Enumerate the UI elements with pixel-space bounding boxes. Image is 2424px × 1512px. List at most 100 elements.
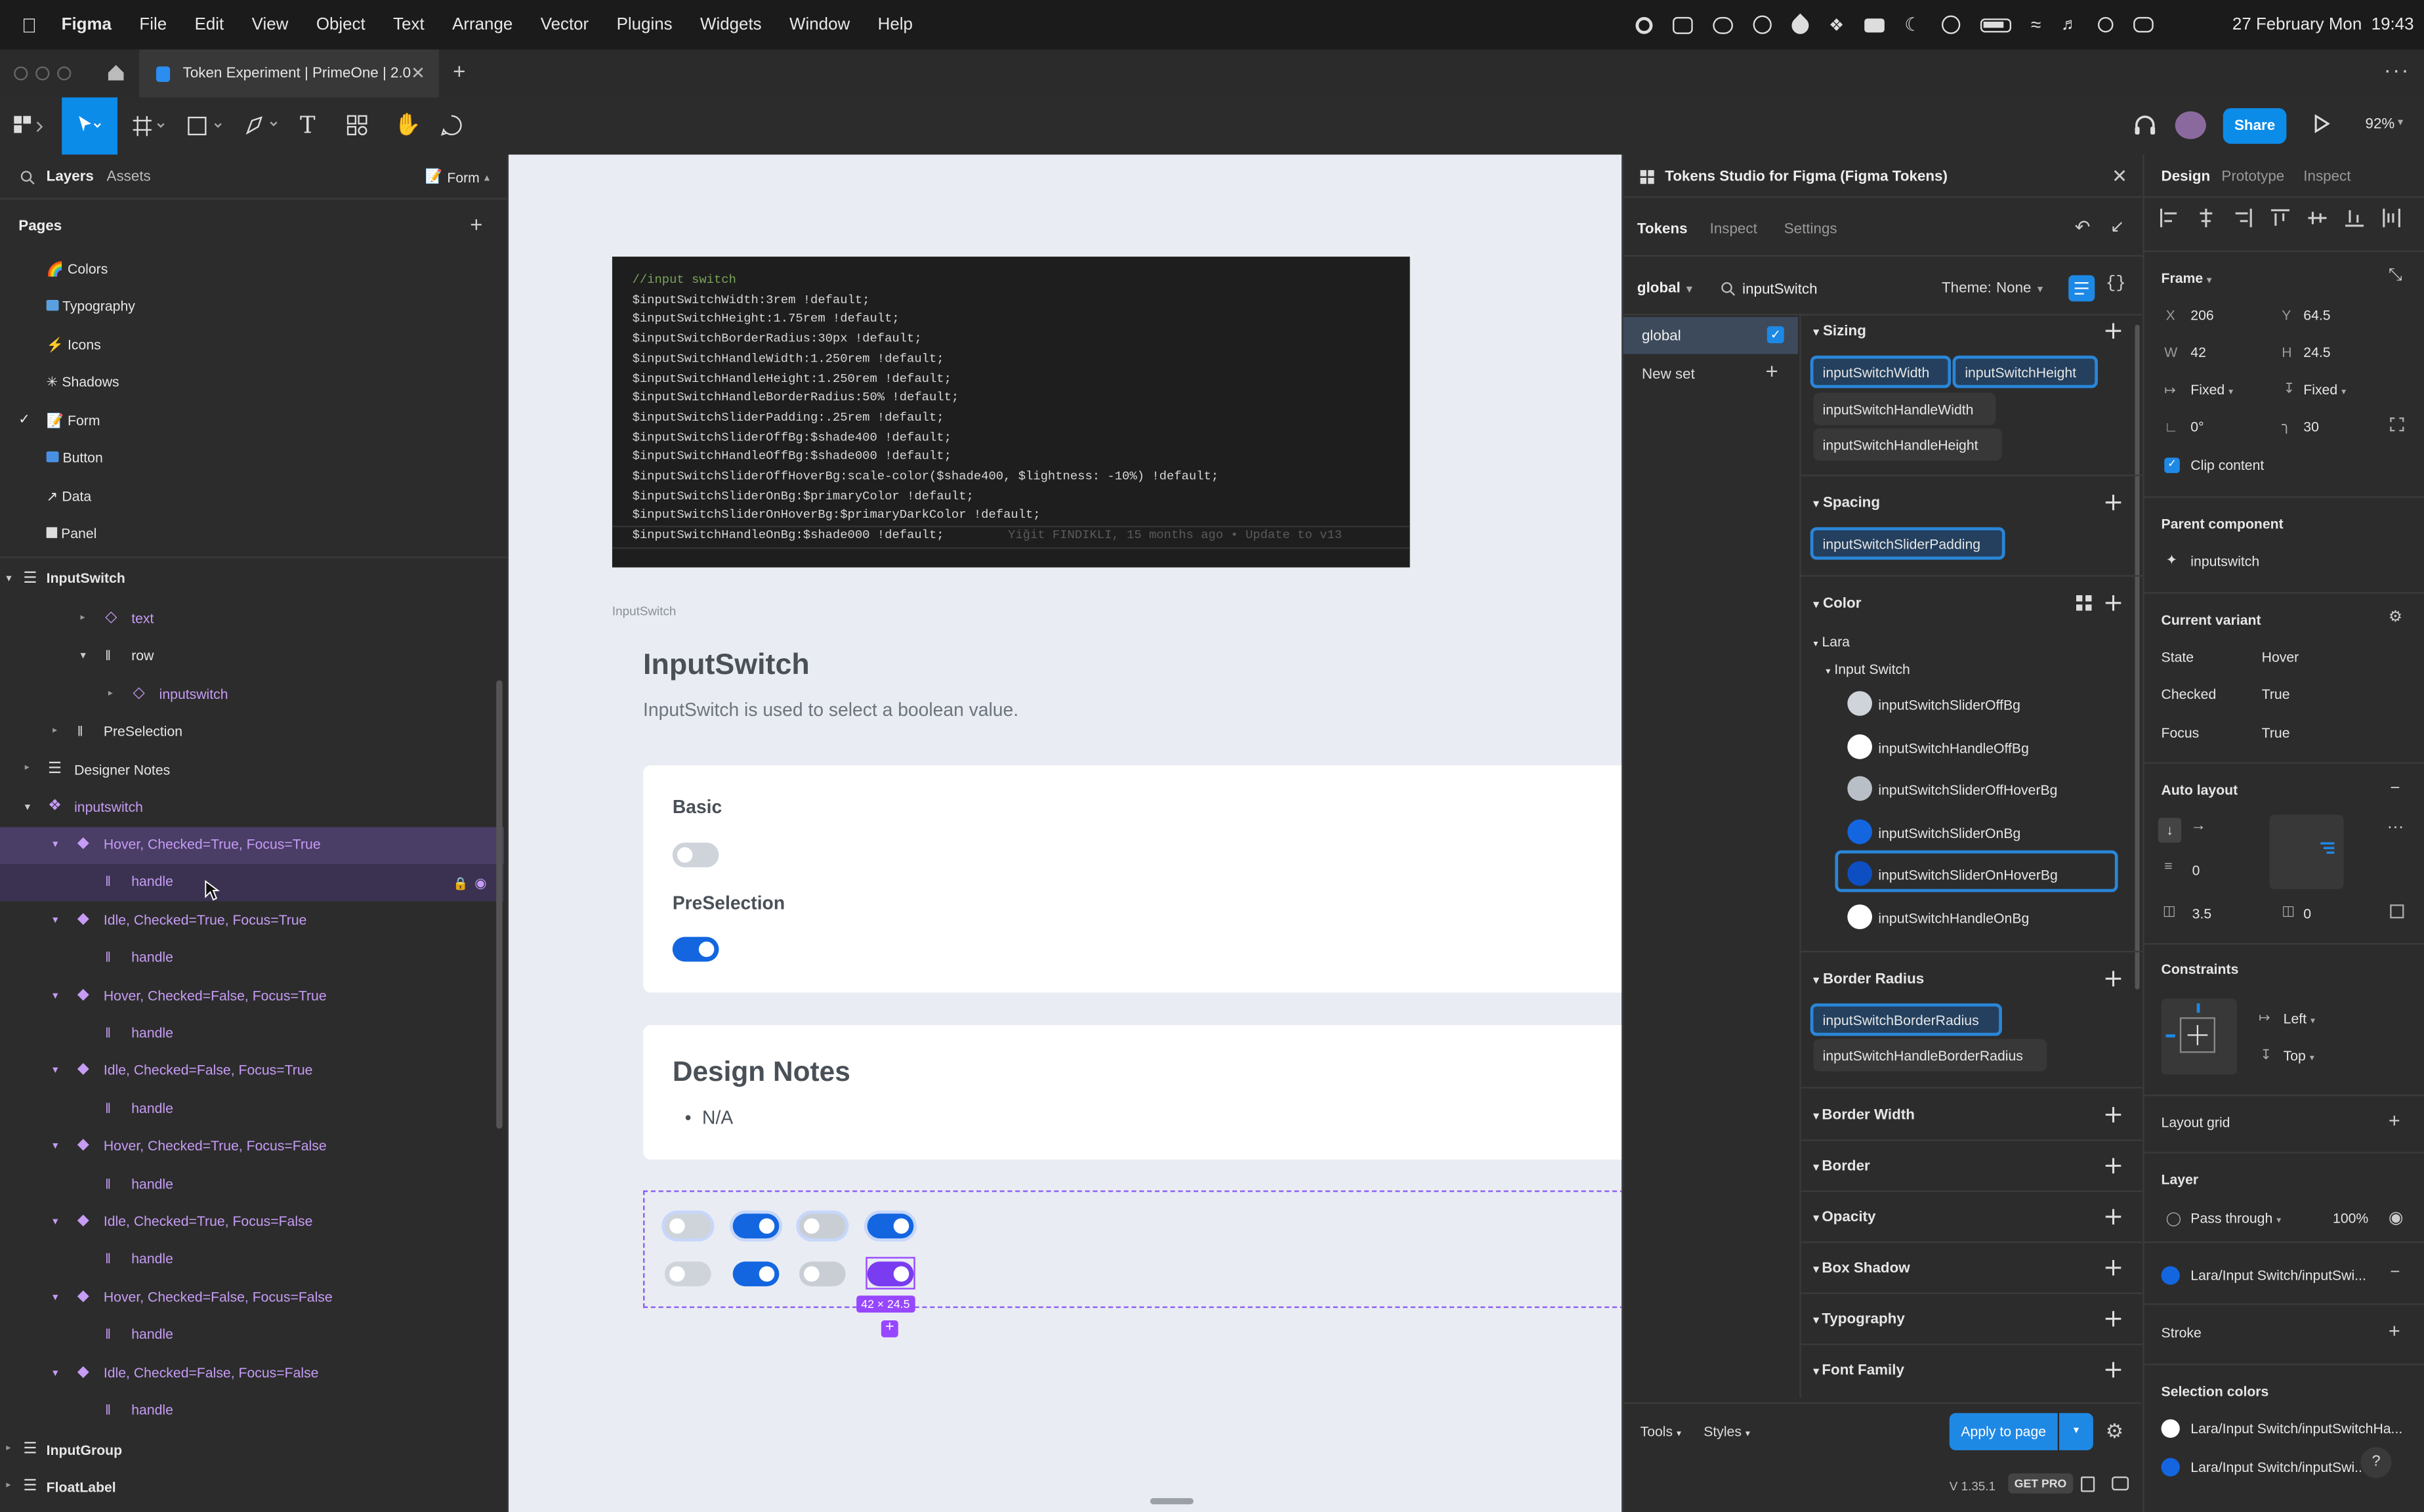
- get-pro-badge[interactable]: GET PRO: [2008, 1473, 2073, 1494]
- docs-icon[interactable]: [2081, 1476, 2095, 1492]
- token-search-input[interactable]: [1739, 275, 1915, 303]
- y-input[interactable]: 64.5: [2303, 308, 2330, 324]
- selection-color-swatch-blue[interactable]: [2161, 1458, 2180, 1477]
- layer-handle[interactable]: handle: [131, 1402, 173, 1418]
- page-form[interactable]: 📝 Form: [47, 413, 100, 430]
- layer-handle[interactable]: handle: [131, 1025, 173, 1041]
- token-pill[interactable]: inputSwitchHandleHeight: [1813, 428, 2002, 461]
- droplet-icon[interactable]: [1788, 12, 1812, 37]
- collapsed-caret-icon[interactable]: ▸: [52, 725, 57, 736]
- app-status-icon[interactable]: [1673, 16, 1693, 33]
- color-swatch[interactable]: [1847, 904, 1872, 929]
- layer-handle[interactable]: handle: [131, 950, 173, 965]
- tab-design[interactable]: Design: [2162, 169, 2211, 186]
- assets-tab[interactable]: Assets: [107, 169, 151, 186]
- present-icon[interactable]: [2314, 114, 2330, 133]
- section-color[interactable]: ▾ Color: [1813, 595, 1861, 612]
- constraint-top-indicator[interactable]: [2196, 1003, 2200, 1013]
- home-icon[interactable]: [107, 64, 125, 82]
- section-sizing[interactable]: ▾ Sizing: [1813, 323, 1866, 340]
- menubar-datetime[interactable]: 27 February Mon 19:43: [2232, 16, 2414, 34]
- fill-style-name[interactable]: Lara/Input Switch/inputSwi...: [2190, 1268, 2366, 1284]
- distribute-icon[interactable]: [2382, 209, 2400, 228]
- add-token-icon[interactable]: [2104, 1207, 2122, 1225]
- selection-color-swatch-white[interactable]: [2161, 1419, 2180, 1438]
- layer-variant[interactable]: Hover, Checked=False, Focus=True: [104, 987, 327, 1003]
- h-input[interactable]: 24.5: [2303, 345, 2330, 360]
- hand-tool-icon[interactable]: ✋: [394, 112, 421, 138]
- add-stroke-icon[interactable]: +: [2389, 1319, 2400, 1342]
- layer-visibility-eye-icon[interactable]: ◉: [2389, 1208, 2404, 1227]
- tab-settings[interactable]: Settings: [1784, 221, 1837, 238]
- page-typography[interactable]: Typography: [46, 299, 135, 314]
- layer-preselection[interactable]: PreSelection: [104, 724, 182, 740]
- layer-inputswitch-instance[interactable]: inputswitch: [159, 686, 228, 702]
- layer-variant[interactable]: Hover, Checked=True, Focus=True: [104, 837, 321, 852]
- layer-handle[interactable]: handle: [131, 874, 173, 890]
- menu-vector[interactable]: Vector: [541, 16, 589, 34]
- section-border-radius[interactable]: ▾ Border Radius: [1813, 971, 1924, 988]
- json-view-button[interactable]: {}: [2106, 275, 2126, 293]
- frame-section-title[interactable]: Frame ▾: [2162, 270, 2212, 286]
- expand-caret-icon[interactable]: ▾: [52, 1215, 58, 1227]
- share-button[interactable]: Share: [2223, 108, 2287, 144]
- shape-tool-icon[interactable]: [187, 116, 227, 136]
- add-set-button[interactable]: +: [1765, 359, 1778, 384]
- expand-caret-icon[interactable]: ▾: [81, 649, 86, 662]
- align-left-icon[interactable]: [2160, 209, 2178, 228]
- variant-prop-state-value[interactable]: Hover: [2262, 649, 2299, 665]
- constraint-left-indicator[interactable]: [2165, 1034, 2175, 1038]
- color-swatch[interactable]: [1847, 776, 1872, 801]
- token-set-select[interactable]: global ▾: [1637, 280, 1692, 297]
- align-horizontal-center-icon[interactable]: [2197, 209, 2215, 228]
- expand-caret-icon[interactable]: ▾: [52, 838, 58, 850]
- align-bottom-icon[interactable]: [2345, 209, 2364, 227]
- auto-layout-more-icon[interactable]: ···: [2387, 818, 2404, 836]
- main-menu-icon[interactable]: [14, 114, 45, 136]
- menu-plugins[interactable]: Plugins: [617, 16, 673, 34]
- play-circle-icon[interactable]: [1941, 15, 1960, 34]
- page-icons[interactable]: ⚡ Icons: [47, 337, 101, 354]
- color-swatch[interactable]: [1847, 861, 1872, 886]
- theme-select[interactable]: Theme: None ▾: [1942, 280, 2043, 297]
- fill-swatch[interactable]: [2161, 1266, 2180, 1285]
- color-swatch[interactable]: [1847, 818, 1872, 844]
- add-border-radius-token-icon[interactable]: [2104, 969, 2122, 988]
- horizontal-padding-input[interactable]: 3.5: [2192, 906, 2211, 922]
- color-token-name[interactable]: inputSwitchHandleOffBg: [1878, 740, 2028, 755]
- vertical-constraint-select[interactable]: Top ▾: [2284, 1048, 2314, 1064]
- tab-inspect-right[interactable]: Inspect: [2303, 169, 2351, 186]
- variant-switch[interactable]: [866, 1213, 913, 1239]
- user-avatar[interactable]: [2175, 111, 2206, 140]
- layer-opacity-input[interactable]: 100%: [2333, 1211, 2368, 1227]
- horizontal-constraint-select[interactable]: Left ▾: [2284, 1011, 2315, 1027]
- align-vertical-center-icon[interactable]: [2308, 209, 2327, 227]
- remove-auto-layout-icon[interactable]: −: [2390, 779, 2400, 797]
- variant-settings-icon[interactable]: ⚙: [2389, 609, 2402, 626]
- layer-handle[interactable]: handle: [131, 1101, 173, 1116]
- add-sizing-token-icon[interactable]: [2104, 322, 2122, 340]
- section-collapsed[interactable]: ▾ Opacity: [1813, 1209, 1875, 1226]
- design-canvas[interactable]: //input switch $inputSwitchWidth:3rem !de…: [509, 154, 1622, 1512]
- plugin-settings-gear-icon[interactable]: ⚙: [2106, 1419, 2123, 1444]
- layer-variant[interactable]: Idle, Checked=False, Focus=True: [104, 1062, 313, 1078]
- layer-handle[interactable]: handle: [131, 1176, 173, 1192]
- page-button[interactable]: Button: [46, 450, 103, 465]
- expand-caret-icon[interactable]: ▾: [52, 1291, 58, 1303]
- lock-icon[interactable]: 🔒: [453, 877, 468, 891]
- component-set-frame[interactable]: [643, 1190, 1622, 1309]
- layer-variant[interactable]: Idle, Checked=True, Focus=True: [104, 912, 307, 928]
- tokens-scrollbar[interactable]: [2135, 324, 2140, 990]
- layer-inputgroup[interactable]: InputGroup: [47, 1442, 122, 1458]
- color-group-lara[interactable]: ▾ Lara: [1813, 634, 1849, 650]
- alignment-grid[interactable]: [2269, 814, 2344, 889]
- menu-object[interactable]: Object: [316, 16, 366, 34]
- clip-content-checkbox[interactable]: ✓: [2164, 457, 2180, 473]
- x-input[interactable]: 206: [2190, 308, 2213, 324]
- close-plugin-icon[interactable]: ✕: [2112, 165, 2127, 187]
- feedback-icon[interactable]: [2112, 1476, 2129, 1491]
- menu-edit[interactable]: Edit: [195, 16, 224, 34]
- apple-icon[interactable]: : [22, 13, 37, 36]
- section-spacing[interactable]: ▾ Spacing: [1813, 495, 1880, 512]
- rotation-input[interactable]: 0°: [2190, 419, 2204, 434]
